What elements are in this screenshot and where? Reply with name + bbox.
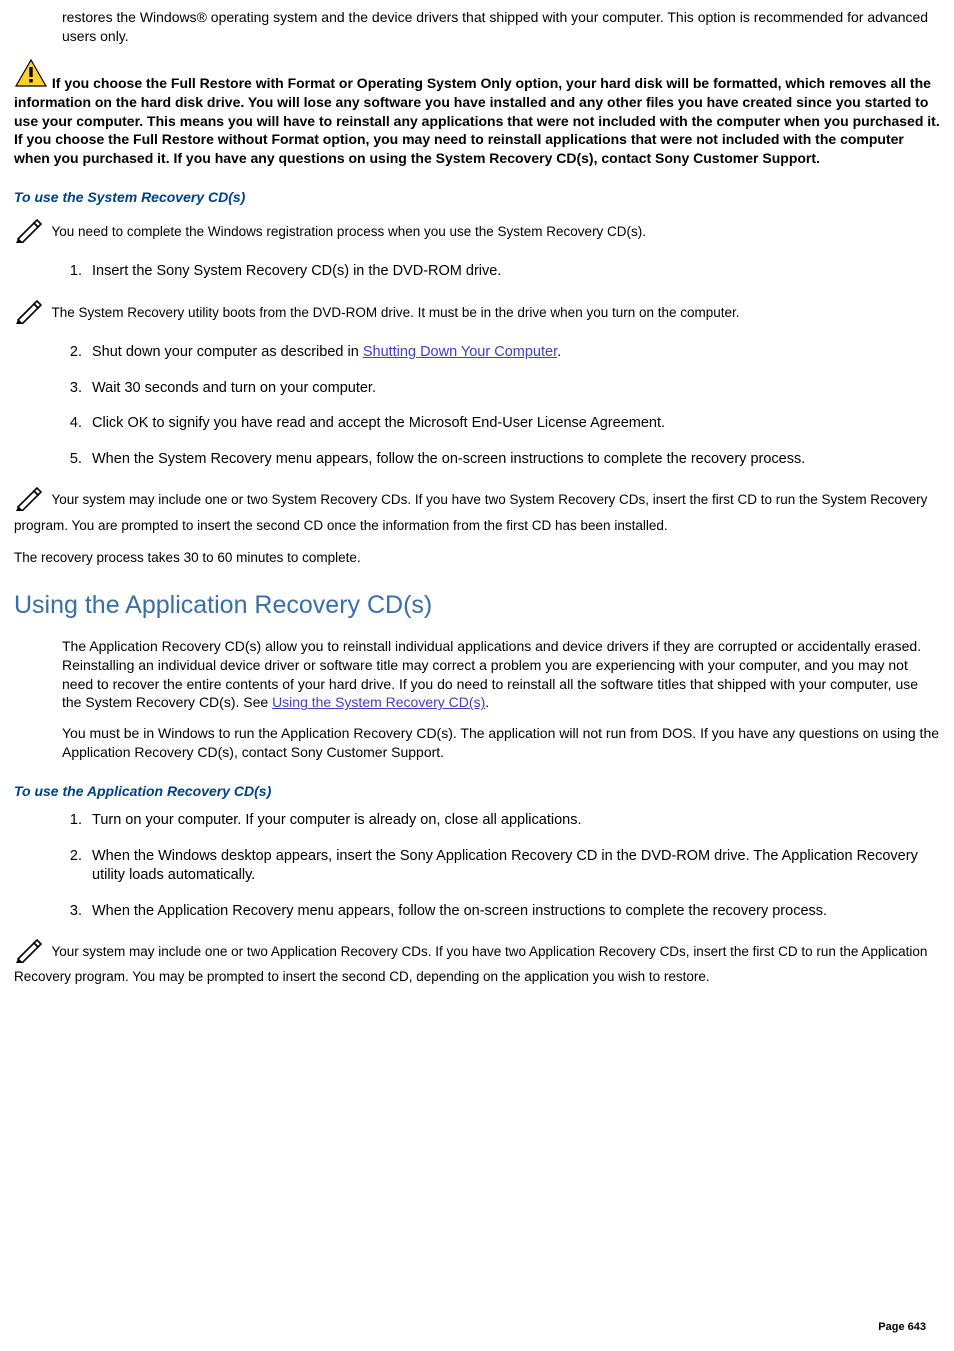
apprec-note1-text: Your system may include one or two Appli… [14, 944, 927, 984]
warning-icon [14, 58, 48, 93]
pencil-icon [14, 485, 44, 516]
intro-paragraph: restores the Windows® operating system a… [62, 8, 940, 46]
sysrec-step2-a: Shut down your computer as described in [92, 344, 363, 360]
pencil-icon [14, 937, 44, 968]
apprec-step3: When the Application Recovery menu appea… [86, 902, 940, 922]
apprec-heading: To use the Application Recovery CD(s) [14, 782, 940, 801]
link-using-system-recovery[interactable]: Using the System Recovery CD(s) [272, 694, 485, 710]
apprec-note1: Your system may include one or two Appli… [14, 937, 940, 986]
sysrec-note1-text: You need to complete the Windows registr… [52, 224, 647, 239]
sysrec-step1: Insert the Sony System Recovery CD(s) in… [86, 262, 940, 282]
sysrec-note1: You need to complete the Windows registr… [14, 217, 940, 248]
page-number: Page 643 [878, 1320, 926, 1335]
link-shutting-down[interactable]: Shutting Down Your Computer [363, 344, 557, 360]
sysrec-step2-b: . [557, 344, 561, 360]
apprec-step2: When the Windows desktop appears, insert… [86, 847, 940, 886]
sysrec-step5: When the System Recovery menu appears, f… [86, 450, 940, 470]
sysrec-heading: To use the System Recovery CD(s) [14, 188, 940, 207]
sysrec-note4: The recovery process takes 30 to 60 minu… [14, 549, 940, 567]
sysrec-step4: Click OK to signify you have read and ac… [86, 414, 940, 434]
sysrec-step3: Wait 30 seconds and turn on your compute… [86, 379, 940, 399]
warning-block: If you choose the Full Restore with Form… [14, 58, 940, 168]
sysrec-note2-text: The System Recovery utility boots from t… [52, 305, 740, 320]
sysrec-note2: The System Recovery utility boots from t… [14, 298, 940, 329]
apprec-step1: Turn on your computer. If your computer … [86, 811, 940, 831]
warning-text: If you choose the Full Restore with Form… [14, 75, 940, 167]
apprec-p1: The Application Recovery CD(s) allow you… [62, 637, 940, 713]
pencil-icon [14, 298, 44, 329]
apprec-p2: You must be in Windows to run the Applic… [62, 724, 940, 762]
pencil-icon [14, 217, 44, 248]
sysrec-note3: Your system may include one or two Syste… [14, 485, 940, 534]
apprec-title: Using the Application Recovery CD(s) [14, 589, 940, 623]
apprec-p1-b: . [485, 694, 489, 710]
sysrec-step2: Shut down your computer as described in … [86, 343, 940, 363]
apprec-p1-a: The Application Recovery CD(s) allow you… [62, 638, 921, 711]
sysrec-note3-text: Your system may include one or two Syste… [14, 493, 927, 533]
